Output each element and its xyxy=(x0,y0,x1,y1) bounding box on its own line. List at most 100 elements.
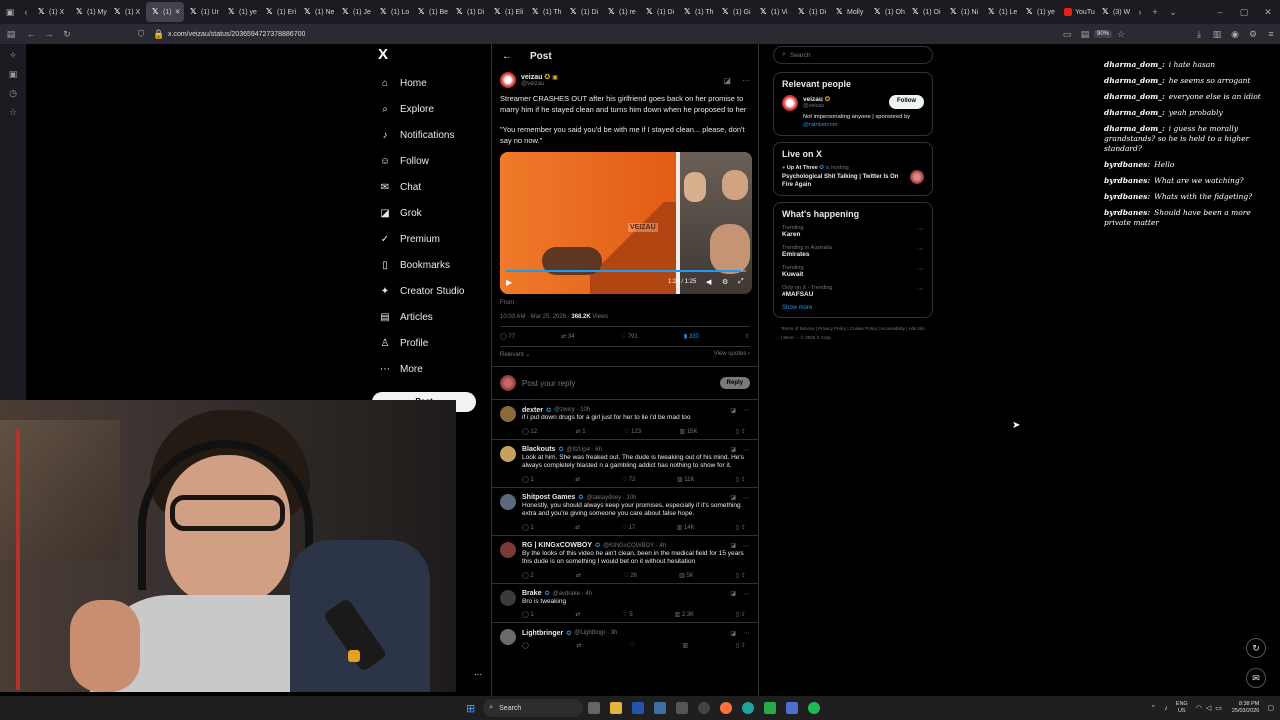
spotify-icon[interactable] xyxy=(808,702,821,714)
reply-more-icon[interactable]: ⋯ xyxy=(743,542,750,550)
grok-float-icon[interactable]: ↻ xyxy=(1246,638,1266,658)
nav-item-home[interactable]: ⌂ Home xyxy=(374,70,484,96)
trend-item[interactable]: Only on X · Trending #MAFSAU ⋯ xyxy=(782,285,924,298)
nav-item-articles[interactable]: ▤ Articles xyxy=(374,304,484,330)
reply-author-name[interactable]: Blackouts xyxy=(522,446,555,453)
reply-button[interactable]: Reply xyxy=(719,377,750,389)
trend-more-icon[interactable]: ⋯ xyxy=(917,225,924,233)
reply-more-icon[interactable]: ⋯ xyxy=(743,446,750,454)
reply-author-name[interactable]: Brake xyxy=(522,590,541,597)
nav-item-follow[interactable]: ☺ Follow xyxy=(374,148,484,174)
reply-action[interactable]: ◯ 77 xyxy=(500,333,515,340)
reply-handle[interactable]: @avdrake · 4h xyxy=(553,591,728,597)
reply-repost-action[interactable]: ⇄ xyxy=(576,572,581,579)
reply-more-icon[interactable]: ⋯ xyxy=(743,629,750,637)
browser-tab[interactable]: 𝕏 (1) Lo xyxy=(374,2,412,22)
reply-more-icon[interactable]: ⋯ xyxy=(743,590,750,598)
terminal-icon[interactable] xyxy=(632,702,645,714)
browser-tab[interactable]: 𝕏 (1) Ni xyxy=(944,2,982,22)
author-handle[interactable]: @veizau xyxy=(521,81,718,87)
tab-close-icon[interactable]: ✕ xyxy=(175,8,181,16)
reply-more-icon[interactable]: ⋯ xyxy=(743,494,750,502)
reload-icon[interactable]: ↻ xyxy=(58,29,76,40)
grok-icon[interactable]: ◪ xyxy=(723,76,731,85)
close-window-icon[interactable]: ✕ xyxy=(1256,7,1280,18)
x-logo-icon[interactable]: X xyxy=(378,46,484,70)
reply-repost-action[interactable]: ⇄ xyxy=(576,611,581,618)
reply-views-action[interactable]: ▥ 5K xyxy=(679,572,694,579)
like-action[interactable]: ♡ 791 xyxy=(621,333,638,340)
reply-tweet[interactable]: Lightbringer ✪ @Lightbngr · 3h ◪ ⋯ ◯ ⇄ ♡ ▥ ▯ … xyxy=(492,622,758,653)
reply-more-icon[interactable]: ⋯ xyxy=(743,406,750,414)
nav-item-more[interactable]: ⋯ More xyxy=(374,356,484,382)
taskbar-search[interactable]: ⌕ Search xyxy=(483,699,584,717)
browser-tab[interactable]: 𝕏 (1) re xyxy=(602,2,640,22)
browser-tab[interactable]: 𝕏 (1) Di xyxy=(564,2,602,22)
back-icon[interactable]: ← xyxy=(22,29,40,39)
language-indicator[interactable]: ENG US xyxy=(1176,701,1188,715)
forward-icon[interactable]: → xyxy=(40,29,58,39)
browser-tab[interactable]: 𝕏 (1) ye xyxy=(222,2,260,22)
reply-reply-action[interactable]: ◯ 1 xyxy=(522,476,534,483)
nav-item-notifications[interactable]: ♪ Notifications xyxy=(374,122,484,148)
sidebar-toggle-icon[interactable]: ▤ xyxy=(0,29,22,40)
reply-reply-action[interactable]: ◯ 2 xyxy=(522,572,534,579)
reply-handle[interactable]: @zwicy · 10h xyxy=(554,407,727,413)
browser-tab[interactable]: YouTu xyxy=(1058,2,1096,22)
reply-handle[interactable]: @Lightbngr · 3h xyxy=(574,630,727,636)
menu-icon[interactable]: ≡ xyxy=(1262,29,1280,39)
reply-avatar[interactable] xyxy=(500,406,516,422)
reply-views-action[interactable]: ▥ 2.3K xyxy=(675,611,695,618)
lock-icon[interactable]: 🔒 xyxy=(150,29,168,40)
edge-icon[interactable] xyxy=(742,702,755,714)
task-view-icon[interactable] xyxy=(588,702,601,714)
reply-like-action[interactable]: ♡ 123 xyxy=(624,428,641,435)
reply-tweet[interactable]: dexter ✪ @zwicy · 10h ◪ ⋯ if i put down drugs… xyxy=(492,399,758,439)
browser-tab[interactable]: 𝕏 Molly xyxy=(830,2,868,22)
firefox-icon[interactable] xyxy=(720,702,733,714)
browser-tab[interactable]: 𝕏 (1) Be xyxy=(412,2,450,22)
reply-bookmark-icon[interactable]: ▯ ⇪ xyxy=(736,642,746,649)
volume-tray-icon[interactable]: ◁ xyxy=(1206,704,1211,712)
browser-tab[interactable]: 𝕏 (1) Vi xyxy=(754,2,792,22)
bookmarks-sidebar-icon[interactable]: ☆ xyxy=(9,107,17,118)
reply-grok-icon[interactable]: ◪ xyxy=(730,494,736,501)
browser-tab[interactable]: 𝕏 (1) ✕ xyxy=(146,2,184,22)
settings-icon[interactable]: ⚙ xyxy=(722,278,728,286)
trend-item[interactable]: Trending in Australia Emirates ⋯ xyxy=(782,245,924,258)
volume-icon[interactable]: ◀ xyxy=(706,278,711,286)
back-arrow-icon[interactable]: ← xyxy=(502,51,512,62)
video-progress-bar[interactable] xyxy=(506,270,746,272)
person-name[interactable]: veizau xyxy=(803,96,823,103)
reply-views-action[interactable]: ▥ 15K xyxy=(680,428,698,435)
reply-bookmark-icon[interactable]: ▯ ⇪ xyxy=(736,524,746,531)
reply-views-action[interactable]: ▥ 14K xyxy=(677,524,695,531)
fullscreen-icon[interactable]: ⤢ xyxy=(738,278,744,286)
tab-scroll-right-icon[interactable]: › xyxy=(1134,7,1146,17)
trend-more-icon[interactable]: ⋯ xyxy=(917,285,924,293)
reply-repost-action[interactable]: ⇄ xyxy=(577,642,582,649)
library-icon[interactable]: ▥ xyxy=(1208,29,1226,40)
reply-tweet[interactable]: RG | KINGxCOWBOY ✪ @KINGxCOWBOY · 4h ◪ ⋯ By t… xyxy=(492,534,758,583)
reply-avatar[interactable] xyxy=(500,589,516,606)
bookmark-star-icon[interactable]: ☆ xyxy=(1112,29,1130,40)
browser-tab[interactable]: 𝕏 (1) Di xyxy=(450,2,488,22)
browser-tab[interactable]: 𝕏 (1) Je xyxy=(336,2,374,22)
reply-reply-action[interactable]: ◯ xyxy=(522,642,529,649)
trend-more-icon[interactable]: ⋯ xyxy=(917,265,924,273)
reply-views-action[interactable]: ▥ 11K xyxy=(677,476,695,483)
nav-item-premium[interactable]: ✓ Premium xyxy=(374,226,484,252)
notifications-tray-icon[interactable]: ▢ xyxy=(1267,704,1274,712)
reply-grok-icon[interactable]: ◪ xyxy=(730,590,736,597)
nav-item-bookmarks[interactable]: ▯ Bookmarks xyxy=(374,252,484,278)
reply-author-name[interactable]: dexter xyxy=(522,407,543,414)
search-input[interactable] xyxy=(789,51,910,59)
windows-start-icon[interactable]: ⊞ xyxy=(466,702,475,715)
reply-like-action[interactable]: ♡ 72 xyxy=(622,476,636,483)
file-explorer-icon[interactable] xyxy=(610,702,623,714)
browser-tab[interactable]: 𝕏 (1) Di xyxy=(792,2,830,22)
wifi-icon[interactable]: ◠ xyxy=(1196,704,1202,712)
browser-tab[interactable]: 𝕏 (1) Th xyxy=(678,2,716,22)
reply-reply-action[interactable]: ◯ 1 xyxy=(522,524,534,531)
person-bio-link[interactable]: @rainbetcom xyxy=(803,122,838,128)
